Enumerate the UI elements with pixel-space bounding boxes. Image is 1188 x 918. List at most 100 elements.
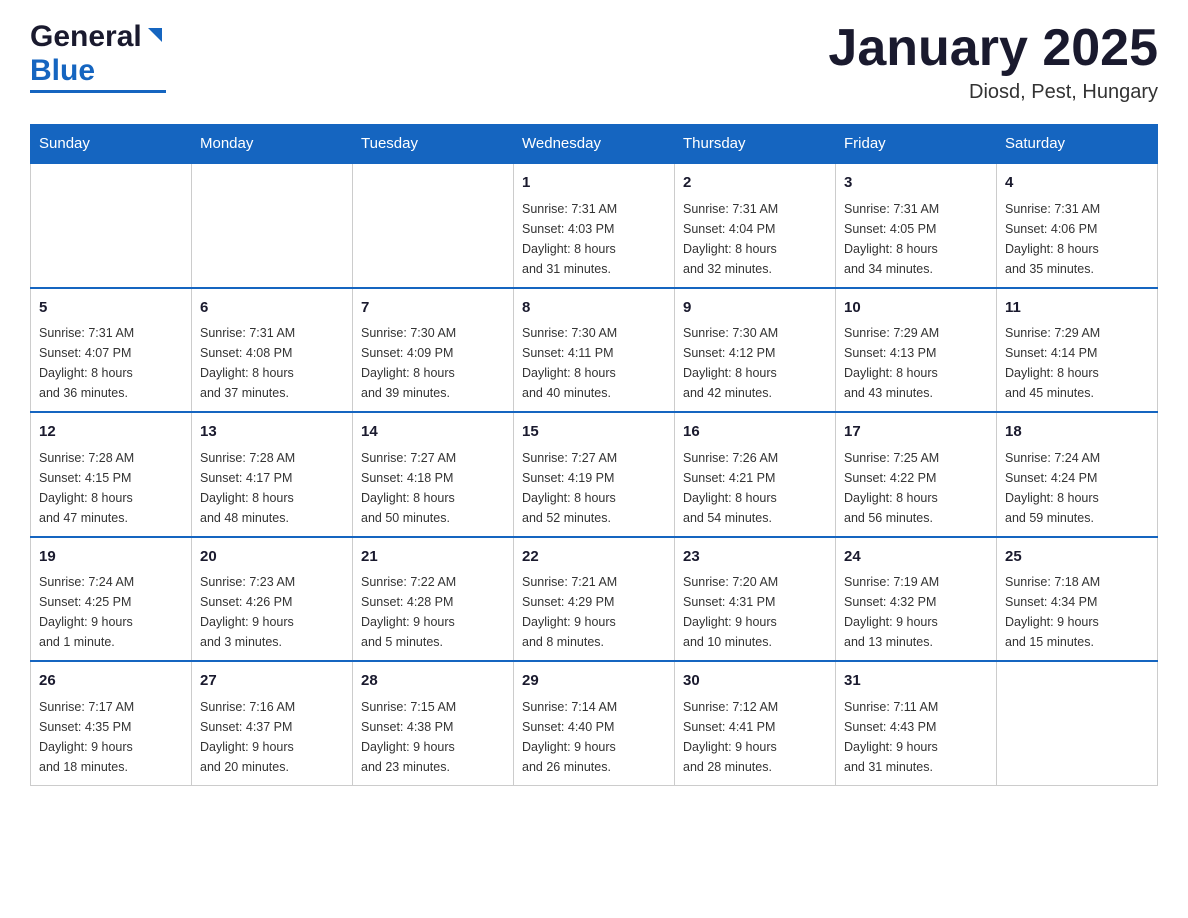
day-info: Sunrise: 7:31 AMSunset: 4:05 PMDaylight:… — [844, 199, 988, 279]
day-number: 5 — [39, 297, 183, 320]
calendar-cell: 8Sunrise: 7:30 AMSunset: 4:11 PMDaylight… — [514, 288, 675, 413]
calendar-cell: 13 Sunrise: 7:28 AMSunset: 4:17 PMDayligh… — [192, 412, 353, 537]
logo-blue-text: Blue — [30, 54, 95, 88]
day-number: 15 — [522, 421, 666, 444]
day-number: 16 — [683, 421, 827, 444]
calendar-cell: 26 Sunrise: 7:17 AMSunset: 4:35 PMDayligh… — [31, 661, 192, 785]
day-number: 25 — [1005, 546, 1149, 569]
calendar-cell: 2Sunrise: 7:31 AMSunset: 4:04 PMDaylight… — [675, 163, 836, 288]
day-number: 30 — [683, 670, 827, 693]
calendar-cell: 4 Sunrise: 7:31 AMSunset: 4:06 PMDaylight… — [997, 163, 1158, 288]
calendar-week-row: 1Sunrise: 7:31 AMSunset: 4:03 PMDaylight… — [31, 163, 1158, 288]
calendar-cell: 20Sunrise: 7:23 AMSunset: 4:26 PMDayligh… — [192, 537, 353, 662]
calendar-cell — [353, 163, 514, 288]
day-number: 29 — [522, 670, 666, 693]
calendar-cell: 30 Sunrise: 7:12 AMSunset: 4:41 PMDayligh… — [675, 661, 836, 785]
calendar-cell — [997, 661, 1158, 785]
day-info: Sunrise: 7:16 AMSunset: 4:37 PMDaylight:… — [200, 697, 344, 777]
calendar-title: January 2025 — [828, 20, 1158, 77]
calendar-cell: 25 Sunrise: 7:18 AMSunset: 4:34 PMDayligh… — [997, 537, 1158, 662]
calendar-cell: 17 Sunrise: 7:25 AMSunset: 4:22 PMDayligh… — [836, 412, 997, 537]
calendar-cell: 10 Sunrise: 7:29 AMSunset: 4:13 PMDayligh… — [836, 288, 997, 413]
calendar-cell: 12 Sunrise: 7:28 AMSunset: 4:15 PMDayligh… — [31, 412, 192, 537]
day-info: Sunrise: 7:17 AMSunset: 4:35 PMDaylight:… — [39, 697, 183, 777]
day-info: Sunrise: 7:21 AMSunset: 4:29 PMDaylight:… — [522, 572, 666, 652]
day-info: Sunrise: 7:20 AMSunset: 4:31 PMDaylight:… — [683, 572, 827, 652]
title-area: January 2025 Diosd, Pest, Hungary — [828, 20, 1158, 104]
day-header-tuesday: Tuesday — [353, 125, 514, 164]
day-number: 26 — [39, 670, 183, 693]
calendar-cell: 3Sunrise: 7:31 AMSunset: 4:05 PMDaylight… — [836, 163, 997, 288]
calendar-cell: 9 Sunrise: 7:30 AMSunset: 4:12 PMDaylight… — [675, 288, 836, 413]
calendar-cell — [31, 163, 192, 288]
logo-arrow-icon — [144, 24, 166, 51]
day-number: 14 — [361, 421, 505, 444]
calendar-cell: 5Sunrise: 7:31 AMSunset: 4:07 PMDaylight… — [31, 288, 192, 413]
calendar-cell: 11 Sunrise: 7:29 AMSunset: 4:14 PMDayligh… — [997, 288, 1158, 413]
day-number: 13 — [200, 421, 344, 444]
calendar-week-row: 26 Sunrise: 7:17 AMSunset: 4:35 PMDayligh… — [31, 661, 1158, 785]
calendar-cell — [192, 163, 353, 288]
day-info: Sunrise: 7:30 AMSunset: 4:09 PMDaylight:… — [361, 323, 505, 403]
calendar-cell: 1Sunrise: 7:31 AMSunset: 4:03 PMDaylight… — [514, 163, 675, 288]
day-number: 12 — [39, 421, 183, 444]
calendar-cell: 28 Sunrise: 7:15 AMSunset: 4:38 PMDayligh… — [353, 661, 514, 785]
day-number: 24 — [844, 546, 988, 569]
day-info: Sunrise: 7:30 AMSunset: 4:12 PMDaylight:… — [683, 323, 827, 403]
calendar-cell: 7Sunrise: 7:30 AMSunset: 4:09 PMDaylight… — [353, 288, 514, 413]
day-info: Sunrise: 7:24 AMSunset: 4:24 PMDaylight:… — [1005, 448, 1149, 528]
day-info: Sunrise: 7:11 AMSunset: 4:43 PMDaylight:… — [844, 697, 988, 777]
day-number: 18 — [1005, 421, 1149, 444]
logo: General Blue — [30, 20, 166, 93]
calendar-header-row: SundayMondayTuesdayWednesdayThursdayFrid… — [31, 125, 1158, 164]
day-header-sunday: Sunday — [31, 125, 192, 164]
day-number: 17 — [844, 421, 988, 444]
day-number: 23 — [683, 546, 827, 569]
calendar-subtitle: Diosd, Pest, Hungary — [828, 81, 1158, 104]
day-header-thursday: Thursday — [675, 125, 836, 164]
day-number: 8 — [522, 297, 666, 320]
calendar-cell: 14 Sunrise: 7:27 AMSunset: 4:18 PMDayligh… — [353, 412, 514, 537]
day-info: Sunrise: 7:28 AMSunset: 4:15 PMDaylight:… — [39, 448, 183, 528]
day-info: Sunrise: 7:25 AMSunset: 4:22 PMDaylight:… — [844, 448, 988, 528]
day-header-saturday: Saturday — [997, 125, 1158, 164]
day-header-monday: Monday — [192, 125, 353, 164]
day-info: Sunrise: 7:15 AMSunset: 4:38 PMDaylight:… — [361, 697, 505, 777]
day-info: Sunrise: 7:31 AMSunset: 4:08 PMDaylight:… — [200, 323, 344, 403]
day-number: 31 — [844, 670, 988, 693]
day-number: 6 — [200, 297, 344, 320]
day-info: Sunrise: 7:14 AMSunset: 4:40 PMDaylight:… — [522, 697, 666, 777]
day-info: Sunrise: 7:29 AMSunset: 4:14 PMDaylight:… — [1005, 323, 1149, 403]
day-number: 27 — [200, 670, 344, 693]
calendar-cell: 21 Sunrise: 7:22 AMSunset: 4:28 PMDayligh… — [353, 537, 514, 662]
calendar-cell: 18 Sunrise: 7:24 AMSunset: 4:24 PMDayligh… — [997, 412, 1158, 537]
day-info: Sunrise: 7:22 AMSunset: 4:28 PMDaylight:… — [361, 572, 505, 652]
day-info: Sunrise: 7:18 AMSunset: 4:34 PMDaylight:… — [1005, 572, 1149, 652]
day-info: Sunrise: 7:29 AMSunset: 4:13 PMDaylight:… — [844, 323, 988, 403]
day-info: Sunrise: 7:31 AMSunset: 4:03 PMDaylight:… — [522, 199, 666, 279]
calendar-cell: 6 Sunrise: 7:31 AMSunset: 4:08 PMDaylight… — [192, 288, 353, 413]
day-info: Sunrise: 7:28 AMSunset: 4:17 PMDaylight:… — [200, 448, 344, 528]
day-info: Sunrise: 7:19 AMSunset: 4:32 PMDaylight:… — [844, 572, 988, 652]
calendar-cell: 16 Sunrise: 7:26 AMSunset: 4:21 PMDayligh… — [675, 412, 836, 537]
day-info: Sunrise: 7:24 AMSunset: 4:25 PMDaylight:… — [39, 572, 183, 652]
day-header-wednesday: Wednesday — [514, 125, 675, 164]
calendar-week-row: 19Sunrise: 7:24 AMSunset: 4:25 PMDayligh… — [31, 537, 1158, 662]
day-number: 20 — [200, 546, 344, 569]
day-number: 4 — [1005, 172, 1149, 195]
day-info: Sunrise: 7:31 AMSunset: 4:06 PMDaylight:… — [1005, 199, 1149, 279]
calendar-cell: 15Sunrise: 7:27 AMSunset: 4:19 PMDayligh… — [514, 412, 675, 537]
day-number: 11 — [1005, 297, 1149, 320]
day-info: Sunrise: 7:26 AMSunset: 4:21 PMDaylight:… — [683, 448, 827, 528]
day-number: 28 — [361, 670, 505, 693]
page-header: General Blue January 2025 Diosd, Pest, H… — [30, 20, 1158, 104]
day-number: 10 — [844, 297, 988, 320]
day-number: 9 — [683, 297, 827, 320]
day-header-friday: Friday — [836, 125, 997, 164]
day-info: Sunrise: 7:27 AMSunset: 4:18 PMDaylight:… — [361, 448, 505, 528]
day-number: 21 — [361, 546, 505, 569]
calendar-cell: 31 Sunrise: 7:11 AMSunset: 4:43 PMDayligh… — [836, 661, 997, 785]
logo-underline — [30, 90, 166, 93]
day-info: Sunrise: 7:12 AMSunset: 4:41 PMDaylight:… — [683, 697, 827, 777]
calendar-cell: 22Sunrise: 7:21 AMSunset: 4:29 PMDayligh… — [514, 537, 675, 662]
